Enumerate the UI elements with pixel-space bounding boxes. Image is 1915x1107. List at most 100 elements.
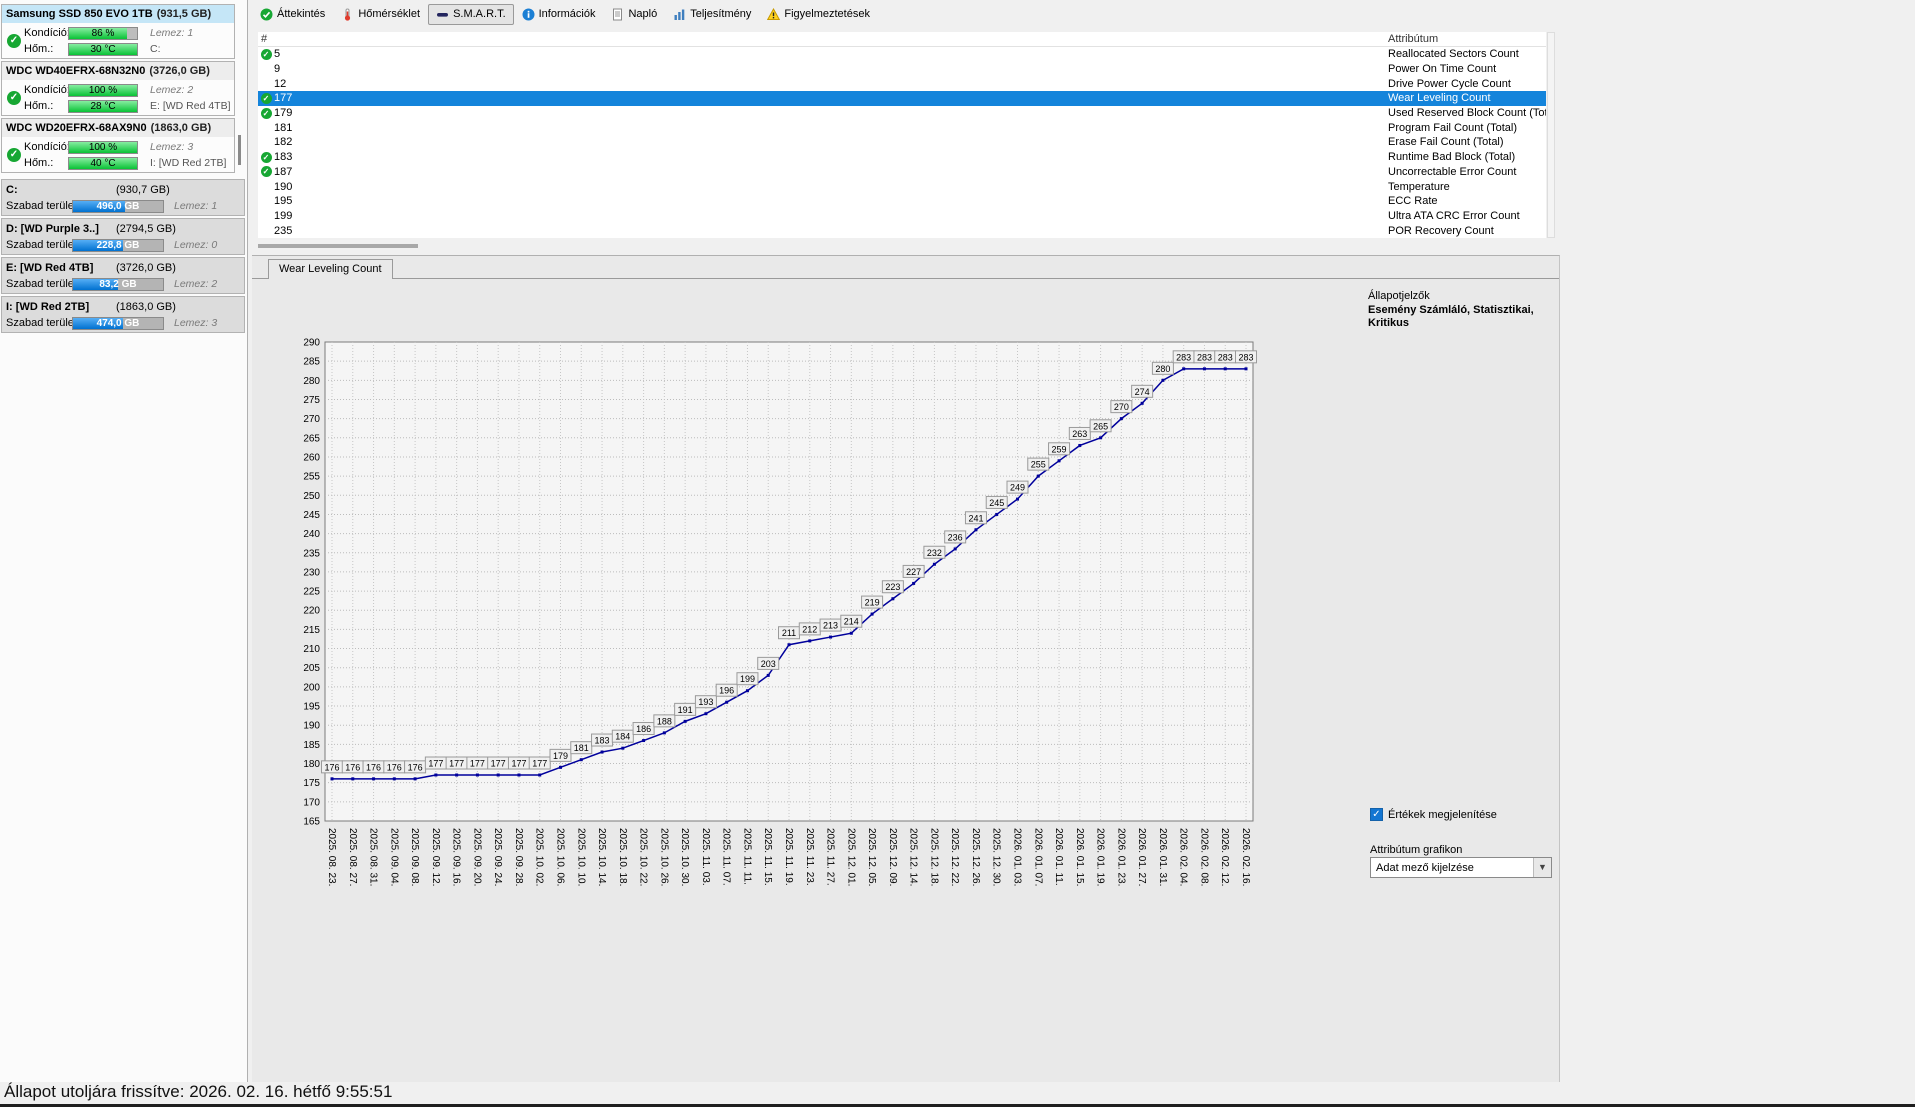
disk-number: Lemez: 1 bbox=[150, 27, 194, 39]
svg-text:283: 283 bbox=[1218, 352, 1233, 362]
drive-name: Samsung SSD 850 EVO 1TB bbox=[6, 8, 153, 20]
drive-panel[interactable]: Samsung SSD 850 EVO 1TB (931,5 GB) ✓ Kon… bbox=[1, 4, 235, 59]
condition-value: 100 % bbox=[88, 84, 118, 96]
svg-text:2025. 11. 27.: 2025. 11. 27. bbox=[825, 828, 836, 886]
ok-check-icon: ✓ bbox=[260, 92, 272, 104]
table-header[interactable]: # Attribútum bbox=[258, 32, 1546, 47]
svg-text:196: 196 bbox=[719, 686, 734, 696]
svg-text:2025. 08. 23.: 2025. 08. 23. bbox=[326, 828, 337, 886]
chart-tab[interactable]: Wear Leveling Count bbox=[268, 259, 393, 279]
data-field-dropdown[interactable]: Adat mező kijelzése ▼ bbox=[1370, 857, 1552, 878]
tab-log[interactable]: Napló bbox=[603, 4, 665, 25]
volume-panel[interactable]: I: [WD Red 2TB] (1863,0 GB) Szabad terül… bbox=[1, 296, 245, 333]
drive-name: WDC WD40EFRX-68N32N0 bbox=[6, 65, 146, 77]
free-space-value: 496,0 GB bbox=[96, 200, 140, 212]
svg-text:2025. 10. 30.: 2025. 10. 30. bbox=[679, 828, 690, 886]
temp-value: 28 °C bbox=[90, 100, 116, 112]
attribute-id: 235 bbox=[274, 224, 293, 237]
show-values-checkbox[interactable]: ✓ bbox=[1370, 808, 1383, 821]
bar-chart-icon bbox=[673, 8, 686, 21]
table-row[interactable]: ✓ 182 Erase Fail Count (Total) bbox=[258, 135, 1546, 150]
chevron-down-icon[interactable]: ▼ bbox=[1533, 858, 1551, 877]
table-row[interactable]: ✓ 195 ECC Rate bbox=[258, 194, 1546, 209]
svg-text:177: 177 bbox=[491, 759, 506, 769]
volume-size: (2794,5 GB) bbox=[116, 223, 176, 235]
drive-panel[interactable]: WDC WD40EFRX-68N32N0 (3726,0 GB) ✓ Kondí… bbox=[1, 61, 235, 116]
attribute-id: 199 bbox=[274, 209, 293, 222]
sidebar-scrollbar-thumb[interactable] bbox=[238, 135, 241, 165]
attribute-id: 177 bbox=[274, 92, 293, 105]
table-row[interactable]: ✓ 235 POR Recovery Count bbox=[258, 223, 1546, 238]
ok-check-icon: ✓ bbox=[260, 48, 272, 60]
drive-header[interactable]: Samsung SSD 850 EVO 1TB (931,5 GB) bbox=[2, 5, 234, 23]
svg-text:175: 175 bbox=[303, 778, 320, 789]
row-status-cell: ✓ bbox=[258, 48, 274, 60]
svg-text:280: 280 bbox=[1155, 364, 1170, 374]
temp-label: Hőm.: bbox=[24, 157, 54, 169]
table-row[interactable]: ✓ 181 Program Fail Count (Total) bbox=[258, 120, 1546, 135]
tab-temperature[interactable]: Hőmérséklet bbox=[333, 4, 428, 25]
svg-text:283: 283 bbox=[1238, 352, 1253, 362]
volume-panel[interactable]: C: (930,7 GB) Szabad terület 496,0 GB Le… bbox=[1, 179, 245, 216]
svg-text:220: 220 bbox=[303, 606, 320, 617]
condition-bar: 100 % bbox=[68, 140, 138, 154]
tab-performance[interactable]: Teljesítmény bbox=[665, 4, 759, 25]
table-row[interactable]: ✓ 179 Used Reserved Block Count (Total) bbox=[258, 106, 1546, 121]
table-row[interactable]: ✓ 199 Ultra ATA CRC Error Count bbox=[258, 209, 1546, 224]
volume-panel[interactable]: E: [WD Red 4TB] (3726,0 GB) Szabad terül… bbox=[1, 257, 245, 294]
tab-smart[interactable]: S.M.A.R.T. bbox=[428, 3, 514, 25]
tab-information-label: Információk bbox=[538, 8, 596, 20]
svg-text:176: 176 bbox=[408, 762, 423, 772]
svg-text:186: 186 bbox=[636, 724, 651, 734]
volume-disk-number: Lemez: 0 bbox=[174, 239, 218, 251]
table-horizontal-scrollbar-thumb[interactable] bbox=[258, 244, 418, 248]
svg-text:225: 225 bbox=[303, 587, 320, 598]
table-row[interactable]: ✓ 183 Runtime Bad Block (Total) bbox=[258, 150, 1546, 165]
drive-status-column: ✓ bbox=[4, 25, 24, 57]
tab-alerts[interactable]: Figyelmeztetések bbox=[759, 4, 878, 25]
table-vertical-scrollbar[interactable] bbox=[1547, 32, 1555, 238]
drive-body: ✓ Kondíció: 86 % Lemez: 1 Hőm.: 30 °C C: bbox=[2, 23, 234, 57]
drive-header[interactable]: WDC WD20EFRX-68AX9N0 (1863,0 GB) bbox=[2, 119, 234, 137]
free-space-label: Szabad terület bbox=[6, 200, 77, 212]
svg-text:232: 232 bbox=[927, 548, 942, 558]
table-row[interactable]: ✓ 9 Power On Time Count bbox=[258, 62, 1546, 77]
svg-text:2025. 09. 24.: 2025. 09. 24. bbox=[492, 828, 503, 886]
table-row[interactable]: ✓ 12 Drive Power Cycle Count bbox=[258, 76, 1546, 91]
svg-text:275: 275 bbox=[303, 395, 320, 406]
check-circle-icon bbox=[260, 8, 273, 21]
column-header-attribute[interactable]: Attribútum bbox=[1388, 33, 1546, 45]
svg-text:290: 290 bbox=[303, 338, 320, 349]
volume-size: (3726,0 GB) bbox=[116, 262, 176, 274]
attribute-name: Reallocated Sectors Count bbox=[1388, 48, 1519, 61]
drive-panel[interactable]: WDC WD20EFRX-68AX9N0 (1863,0 GB) ✓ Kondí… bbox=[1, 118, 235, 173]
svg-text:2026. 01. 07.: 2026. 01. 07. bbox=[1032, 828, 1043, 886]
svg-text:270: 270 bbox=[303, 414, 320, 425]
toolbar: Áttekintés Hőmérséklet S.M.A.R.T. Inform… bbox=[252, 2, 878, 26]
drive-rows: Kondíció: 100 % Lemez: 2 Hőm.: 28 °C E: … bbox=[24, 82, 232, 114]
temp-value: 30 °C bbox=[90, 43, 116, 55]
table-row[interactable]: ✓ 190 Temperature bbox=[258, 179, 1546, 194]
svg-text:176: 176 bbox=[324, 762, 339, 772]
svg-text:236: 236 bbox=[948, 532, 963, 542]
drive-header[interactable]: WDC WD40EFRX-68N32N0 (3726,0 GB) bbox=[2, 62, 234, 80]
svg-text:2026. 01. 19.: 2026. 01. 19. bbox=[1095, 828, 1106, 886]
table-row[interactable]: ✓ 177 Wear Leveling Count bbox=[258, 91, 1546, 106]
svg-text:245: 245 bbox=[989, 498, 1004, 508]
column-header-id[interactable]: # bbox=[258, 33, 267, 45]
free-space-bar: 474,0 GB bbox=[72, 316, 164, 330]
free-space-label: Szabad terület bbox=[6, 278, 77, 290]
table-row[interactable]: ✓ 5 Reallocated Sectors Count bbox=[258, 47, 1546, 62]
svg-text:2025. 10. 22.: 2025. 10. 22. bbox=[638, 828, 649, 886]
tab-overview[interactable]: Áttekintés bbox=[252, 4, 333, 25]
ok-check-icon: ✓ bbox=[260, 151, 272, 163]
svg-text:249: 249 bbox=[1010, 483, 1025, 493]
table-row[interactable]: ✓ 187 Uncorrectable Error Count bbox=[258, 165, 1546, 180]
volume-panel[interactable]: D: [WD Purple 3..] (2794,5 GB) Szabad te… bbox=[1, 218, 245, 255]
drive-size: (931,5 GB) bbox=[156, 8, 212, 20]
tab-information[interactable]: Információk bbox=[514, 4, 604, 25]
svg-text:180: 180 bbox=[303, 759, 320, 770]
free-space-bar: 496,0 GB bbox=[72, 199, 164, 213]
svg-text:2026. 02. 04.: 2026. 02. 04. bbox=[1178, 828, 1189, 886]
attribute-id: 9 bbox=[274, 63, 281, 76]
